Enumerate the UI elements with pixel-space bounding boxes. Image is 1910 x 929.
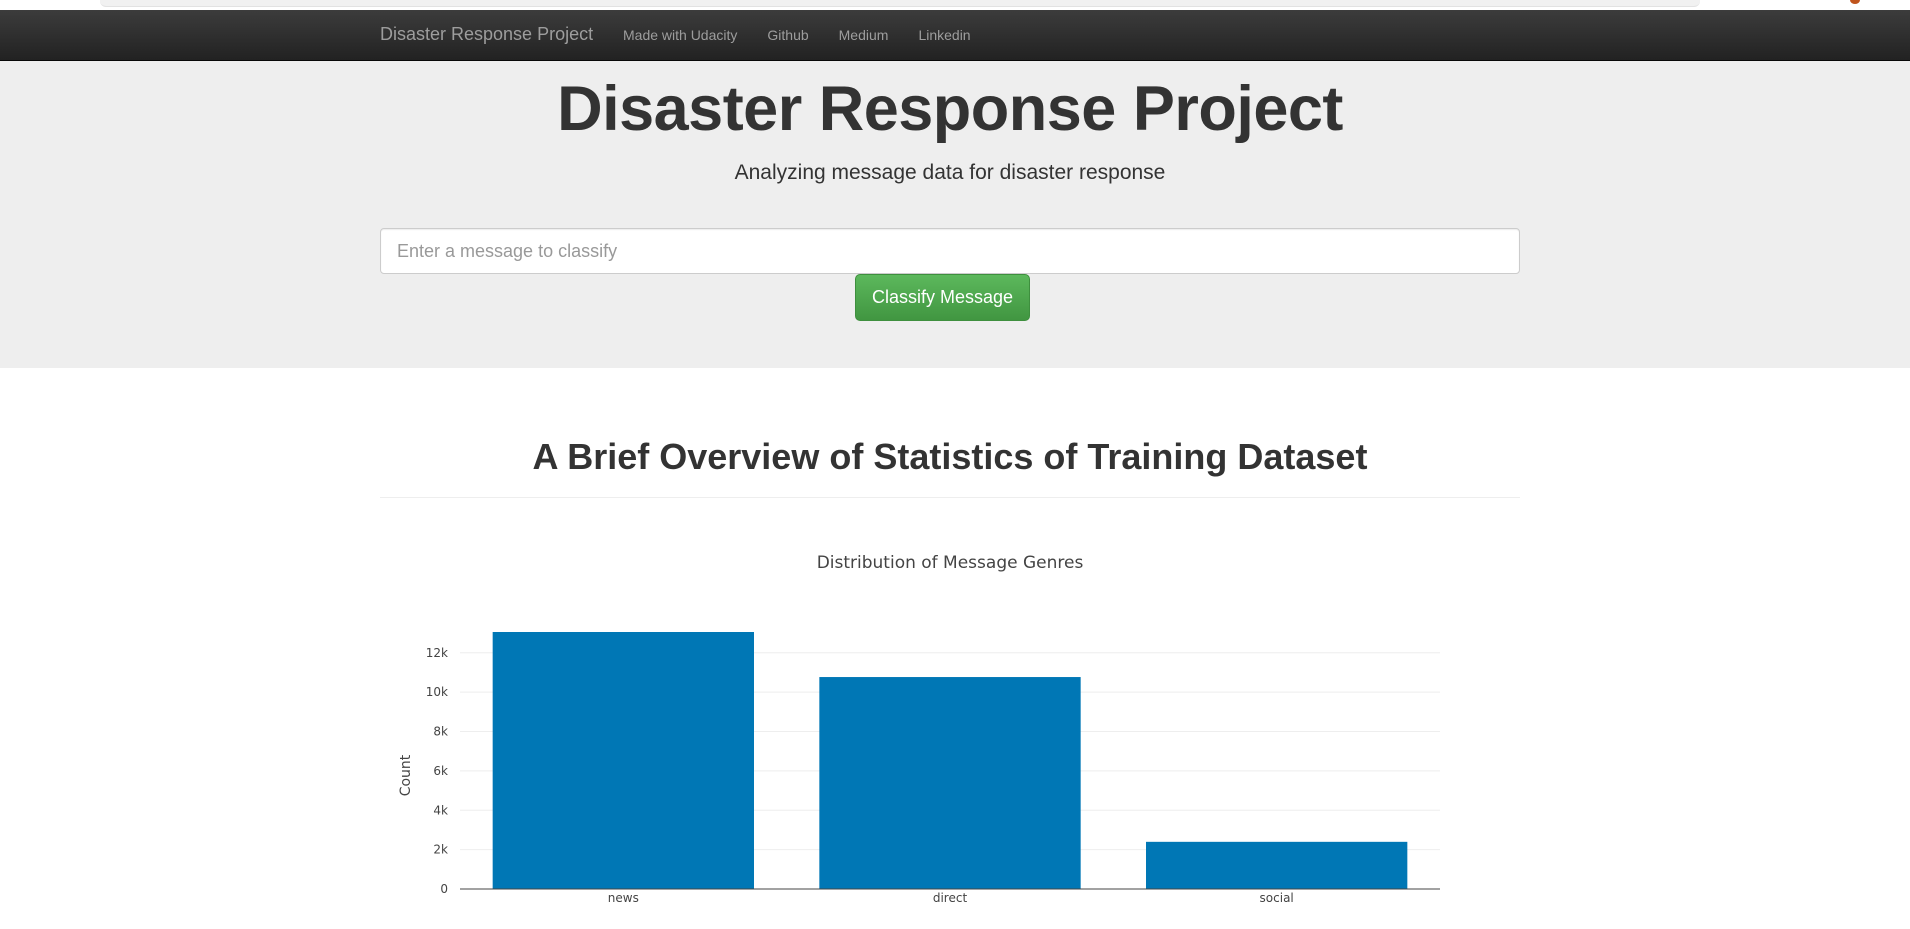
top-navbar: Disaster Response Project Made with Udac…	[0, 10, 1910, 61]
nav-link-github[interactable]: Github	[767, 27, 808, 43]
browser-address-bar	[100, 0, 1700, 7]
navbar-brand-link[interactable]: Disaster Response Project	[380, 24, 593, 45]
chart-title: Distribution of Message Genres	[817, 553, 1084, 573]
classify-message-button[interactable]: Classify Message	[855, 274, 1030, 321]
y-tick-label: 2k	[433, 843, 448, 857]
hero-jumbotron: Disaster Response Project Analyzing mess…	[0, 61, 1910, 368]
message-input[interactable]	[380, 228, 1520, 274]
x-tick-label: news	[608, 891, 639, 905]
y-tick-label: 12k	[426, 646, 448, 660]
chart-bars	[492, 632, 1408, 889]
x-tick-label: social	[1260, 891, 1294, 905]
nav-link-medium[interactable]: Medium	[839, 27, 889, 43]
browser-extension-icon[interactable]	[1850, 0, 1860, 4]
page-title: Disaster Response Project	[557, 74, 1343, 144]
bar-social[interactable]	[1146, 841, 1408, 889]
y-tick-label: 4k	[433, 803, 448, 817]
y-tick-label: 6k	[433, 764, 448, 778]
y-tick-label: 10k	[426, 685, 448, 699]
y-axis-label: Count	[398, 754, 414, 796]
y-tick-label: 0	[440, 882, 448, 896]
x-tick-label: direct	[933, 891, 968, 905]
section-divider	[380, 497, 1520, 498]
nav-link-linkedin[interactable]: Linkedin	[918, 27, 970, 43]
y-tick-label: 8k	[433, 725, 448, 739]
bar-direct[interactable]	[819, 677, 1081, 889]
genre-distribution-chart: Distribution of Message Genres 0 2k 4k 6k 8k…	[398, 553, 1440, 905]
section-heading: A Brief Overview of Statistics of Traini…	[532, 436, 1368, 477]
nav-link-udacity[interactable]: Made with Udacity	[623, 27, 737, 43]
browser-frame	[0, 0, 1910, 10]
page-subtitle: Analyzing message data for disaster resp…	[734, 161, 1166, 184]
navbar-links: Made with Udacity Github Medium Linkedin	[623, 27, 1001, 43]
bar-news[interactable]	[492, 632, 754, 889]
